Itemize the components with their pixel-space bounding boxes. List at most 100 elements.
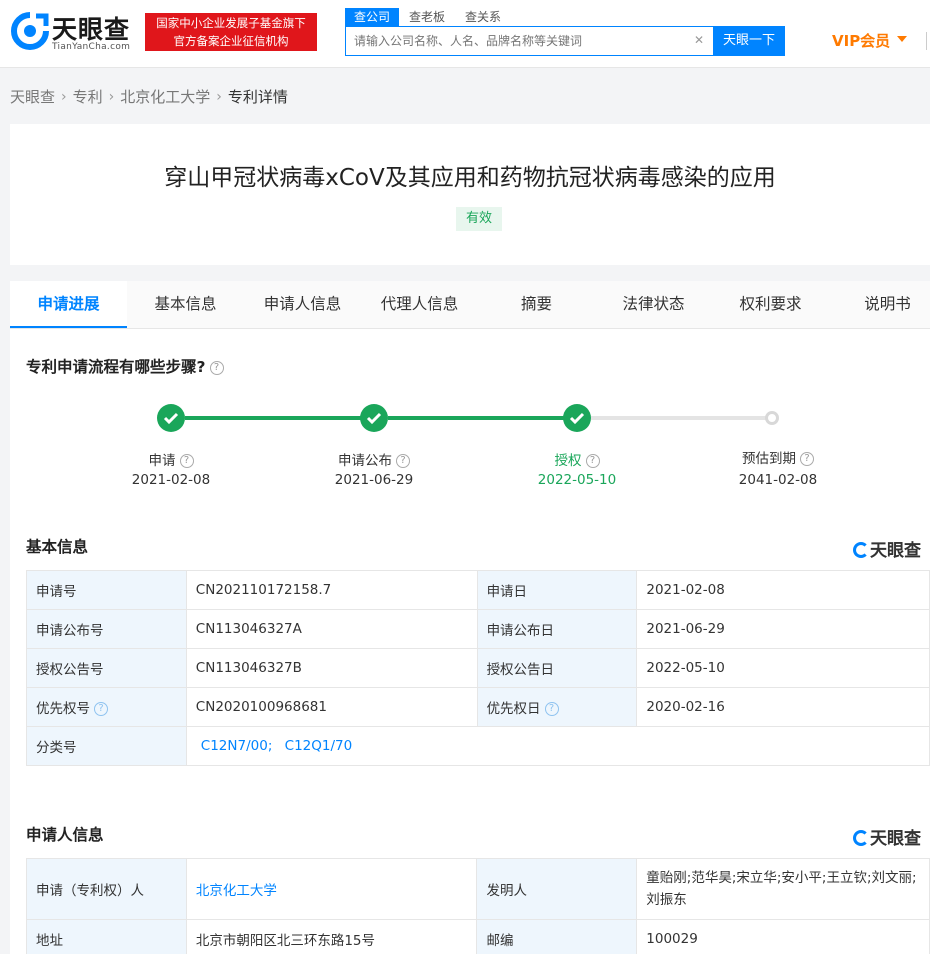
chevron-right-icon: › [216, 88, 222, 105]
certification-banner[interactable]: 国家中小企业发展子基金旗下 官方备案企业征信机构 [145, 13, 317, 51]
step-label-text: 预估到期 [742, 451, 796, 467]
applicant-name-link[interactable]: 北京化工大学 [196, 883, 277, 899]
search-input[interactable] [354, 27, 684, 55]
classification-link[interactable]: C12N7/00; [201, 738, 273, 754]
applicant-info-table: 申请（专利权）人 北京化工大学 发明人 童贻刚;范华昊;宋立华;安小平;王立钦;… [26, 858, 930, 954]
field-label: 地址 [26, 919, 187, 954]
field-label: 申请公布号 [26, 609, 187, 649]
field-label: 授权公告号 [26, 648, 187, 688]
clear-icon[interactable]: ✕ [694, 33, 704, 47]
question-icon[interactable]: ? [209, 360, 224, 375]
step-date: 2022-05-10 [537, 472, 617, 488]
logo-mark-icon [11, 12, 49, 50]
search-tab-company[interactable]: 查公司 [345, 8, 400, 26]
field-value: 2020-02-16 [636, 687, 930, 727]
field-value: CN2020100968681 [185, 687, 478, 727]
progress-title-text: 专利申请流程有哪些步骤? [26, 358, 206, 376]
tab-agent-info[interactable]: 代理人信息 [361, 281, 478, 328]
tianyancha-logo[interactable]: 天眼查 TianYanCha.com [10, 10, 140, 54]
field-value: 2021-02-08 [636, 570, 930, 610]
table-row: 地址 北京市朝阳区北三环东路15号 邮编 100029 [26, 919, 930, 954]
question-icon[interactable]: ? [585, 454, 600, 468]
step-done-node [563, 404, 591, 432]
search-tab-relation[interactable]: 查关系 [465, 8, 501, 26]
field-label: 申请号 [26, 570, 187, 610]
check-icon [569, 412, 585, 425]
field-value: CN202110172158.7 [185, 570, 478, 610]
tab-applicant-info[interactable]: 申请人信息 [244, 281, 361, 328]
logo-text: 天眼查 [52, 15, 131, 44]
watermark-text: 天眼查 [870, 541, 921, 561]
timeline-segment-3 [591, 416, 771, 420]
field-label: 邮编 [476, 919, 638, 954]
step-done-node [157, 404, 185, 432]
header-divider [926, 32, 927, 50]
logo-mark-icon [853, 830, 869, 846]
step-date: 2021-06-29 [334, 472, 414, 488]
tianyancha-watermark: 天眼查 [853, 824, 921, 849]
tab-basic-info[interactable]: 基本信息 [127, 281, 244, 328]
step-label: 申请公布? [304, 449, 444, 469]
chevron-right-icon: › [61, 88, 67, 105]
logo-mark-icon [853, 542, 869, 558]
watermark-text: 天眼查 [870, 829, 921, 849]
breadcrumb-home[interactable]: 天眼查 [10, 88, 55, 106]
step-date: 2021-02-08 [131, 472, 211, 488]
question-icon[interactable]: ? [800, 452, 814, 466]
vip-member-button[interactable]: VIP会员 [832, 30, 890, 51]
caret-down-icon[interactable] [897, 36, 907, 42]
tianyancha-watermark: 天眼查 [853, 536, 921, 561]
field-label: 申请日 [476, 570, 638, 610]
table-row: 申请号 CN202110172158.7 申请日 2021-02-08 [26, 570, 930, 610]
field-label: 授权公告日 [476, 648, 638, 688]
question-icon[interactable]: ? [544, 702, 559, 716]
step-label-text: 申请公布 [338, 453, 392, 469]
field-label: 发明人 [476, 858, 638, 920]
field-value: 童贻刚;范华昊;宋立华;安小平;王立钦;刘文丽;刘振东 [636, 858, 930, 920]
chevron-right-icon: › [108, 88, 115, 105]
breadcrumb-current: 专利详情 [227, 88, 288, 106]
field-label: 申请公布日 [476, 609, 638, 649]
tab-legal-status[interactable]: 法律状态 [595, 281, 712, 328]
classification-link[interactable]: C12Q1/70 [285, 738, 353, 754]
step-label-text: 申请 [148, 453, 176, 469]
detail-tabs: 申请进展 基本信息 申请人信息 代理人信息 摘要 法律状态 权利要求 说明书 [10, 281, 930, 329]
patent-detail-card: 申请进展 基本信息 申请人信息 代理人信息 摘要 法律状态 权利要求 说明书 专… [10, 281, 930, 954]
search-button[interactable]: 天眼一下 [713, 26, 785, 56]
search-box: ✕ [345, 26, 715, 56]
basic-info-table: 申请号 CN202110172158.7 申请日 2021-02-08 申请公布… [26, 570, 930, 766]
field-label: 分类号 [26, 726, 187, 766]
tab-description[interactable]: 说明书 [829, 281, 930, 328]
field-label: 优先权日 [486, 701, 541, 717]
timeline-segment-1 [185, 416, 375, 420]
question-icon[interactable]: ? [179, 454, 194, 468]
breadcrumb-patent[interactable]: 专利 [73, 88, 103, 106]
step-label: 申请? [101, 449, 241, 469]
table-row: 优先权号? CN2020100968681 优先权日? 2020-02-16 [26, 687, 930, 727]
question-icon[interactable]: ? [94, 702, 108, 716]
tab-progress[interactable]: 申请进展 [10, 281, 127, 328]
banner-line-2: 官方备案企业征信机构 [173, 34, 289, 48]
tab-claims[interactable]: 权利要求 [712, 281, 829, 328]
field-label: 申请（专利权）人 [26, 858, 187, 920]
timeline-segment-2 [388, 416, 578, 420]
field-value: 2021-06-29 [636, 609, 930, 649]
progress-section-title: 专利申请流程有哪些步骤?? [26, 355, 224, 377]
question-icon[interactable]: ? [396, 454, 410, 468]
applicant-link: 北京化工大学 [185, 858, 478, 920]
field-value: 100029 [636, 919, 930, 954]
check-icon [366, 412, 382, 425]
step-label: 预估到期? [708, 447, 848, 467]
breadcrumb-company[interactable]: 北京化工大学 [120, 88, 210, 106]
field-value: CN113046327A [185, 609, 478, 649]
table-row: 分类号 C12N7/00; C12Q1/70 [26, 726, 930, 766]
field-label: 优先权号 [36, 701, 90, 717]
step-pending-node [765, 411, 779, 425]
step-label-text: 授权 [554, 453, 582, 469]
field-label-with-help: 优先权日? [476, 687, 638, 727]
search-tab-boss[interactable]: 查老板 [409, 8, 445, 26]
step-done-node [360, 404, 388, 432]
step-date: 2041-02-08 [738, 472, 818, 488]
tab-abstract[interactable]: 摘要 [478, 281, 595, 328]
step-label: 授权? [507, 449, 647, 469]
